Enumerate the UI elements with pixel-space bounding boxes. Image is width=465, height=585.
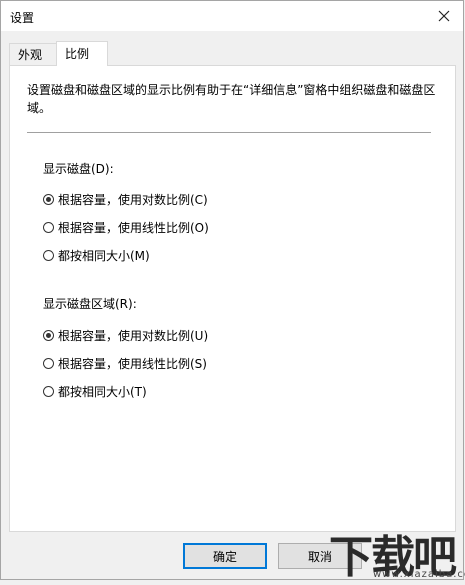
disk-group-label: 显示磁盘(D): <box>43 162 114 176</box>
radio-button[interactable] <box>43 357 54 369</box>
tab-panel-scale: 设置磁盘和磁盘区域的显示比例有助于在“详细信息”窗格中组织磁盘和磁盘区域。 显示… <box>9 65 456 532</box>
tab-scale[interactable]: 比例 <box>56 41 108 66</box>
close-icon <box>438 10 450 22</box>
region-option-linear[interactable]: 根据容量，使用线性比例(S) <box>43 355 207 371</box>
option-label: 根据容量，使用对数比例(U) <box>58 328 209 343</box>
description-text: 设置磁盘和磁盘区域的显示比例有助于在“详细信息”窗格中组织磁盘和磁盘区域。 <box>27 83 436 115</box>
disk-option-linear[interactable]: 根据容量，使用线性比例(O) <box>43 219 209 235</box>
radio-checked-dot <box>46 332 51 338</box>
radio-button[interactable] <box>43 221 54 233</box>
ok-button[interactable]: 确定 <box>183 543 267 569</box>
radio-button[interactable] <box>43 329 54 341</box>
region-option-same-size[interactable]: 都按相同大小(T) <box>43 383 147 399</box>
option-label: 根据容量，使用对数比例(C) <box>58 192 208 207</box>
option-label: 根据容量，使用线性比例(S) <box>58 356 207 371</box>
close-button[interactable] <box>433 5 455 27</box>
region-group-label: 显示磁盘区域(R): <box>43 297 137 311</box>
disk-option-log[interactable]: 根据容量，使用对数比例(C) <box>43 191 208 207</box>
separator <box>27 132 431 133</box>
region-option-log[interactable]: 根据容量，使用对数比例(U) <box>43 327 208 343</box>
tab-appearance[interactable]: 外观 <box>9 43 57 65</box>
disk-option-same-size[interactable]: 都按相同大小(M) <box>43 247 150 263</box>
radio-checked-dot <box>46 196 51 202</box>
watermark-url: www.xiazaiba.com <box>373 569 465 580</box>
watermark-logo: 下载吧 www.xiazaiba.com <box>329 521 465 583</box>
title-bar: 设置 <box>1 1 463 31</box>
radio-button[interactable] <box>43 385 54 397</box>
radio-button[interactable] <box>43 193 54 205</box>
option-label: 都按相同大小(T) <box>58 384 147 399</box>
option-label: 根据容量，使用线性比例(O) <box>58 220 209 235</box>
option-label: 都按相同大小(M) <box>58 248 150 263</box>
window-title: 设置 <box>10 11 35 25</box>
settings-dialog: 设置 外观 比例 设置磁盘和磁盘区域的显示比例有助于在“详细信息”窗格中组织磁盘… <box>0 0 465 583</box>
radio-button[interactable] <box>43 249 54 261</box>
